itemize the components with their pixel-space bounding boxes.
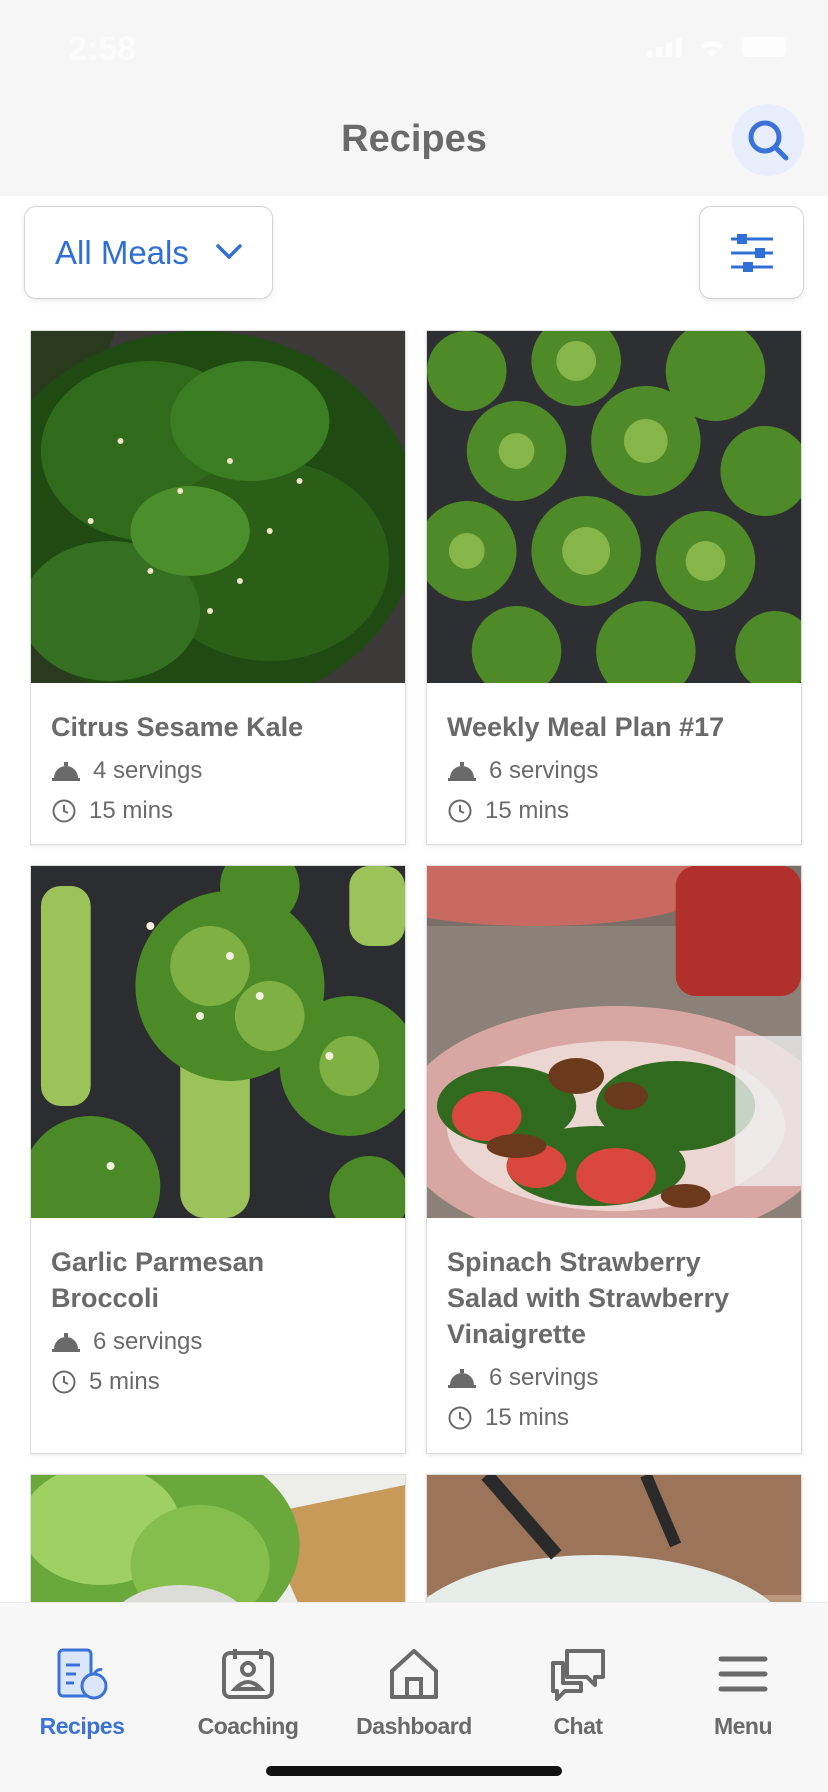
time-text: 5 mins	[89, 1368, 160, 1395]
menu-icon	[718, 1656, 768, 1692]
recipe-photo-lettuce	[31, 1475, 405, 1602]
recipe-time: 5 mins	[51, 1362, 385, 1402]
tab-label: Dashboard	[356, 1713, 472, 1739]
meal-type-value: All Meals	[55, 233, 189, 271]
recipe-card[interactable]: Citrus Sesame Kale 4 servings 15 mins	[30, 330, 406, 845]
battery-icon	[742, 37, 786, 57]
tab-menu[interactable]: Menu	[668, 1647, 818, 1757]
recipe-photo-broccoli-closeup	[31, 866, 405, 1218]
page-title: Recipes	[341, 118, 487, 160]
recipe-photo-salad	[427, 866, 801, 1218]
servings-text: 6 servings	[93, 1328, 203, 1355]
recipe-grid: Citrus Sesame Kale 4 servings 15 mins We…	[30, 330, 804, 1602]
meal-type-dropdown[interactable]: All Meals	[24, 206, 273, 299]
tab-bar: Recipes Coaching Dashboard Chat Menu	[0, 1602, 828, 1792]
recipe-time: 15 mins	[51, 791, 385, 831]
tab-coaching[interactable]: Coaching	[173, 1647, 323, 1757]
clock-icon	[52, 799, 76, 823]
recipe-servings: 6 servings	[447, 751, 781, 791]
sliders-icon	[730, 233, 773, 272]
recipe-servings: 4 servings	[51, 751, 385, 791]
clock-icon	[448, 799, 472, 823]
status-time: 2:58	[68, 30, 137, 68]
recipe-title: Garlic Parmesan Broccoli	[51, 1247, 265, 1313]
search-button[interactable]	[732, 104, 804, 176]
recipe-info: Citrus Sesame Kale 4 servings 15 mins	[31, 683, 405, 844]
recipe-card[interactable]: Spinach Strawberry Salad with Strawberry…	[426, 865, 802, 1454]
tab-recipes[interactable]: Recipes	[7, 1647, 157, 1757]
tab-label: Menu	[713, 1713, 773, 1739]
recipe-card[interactable]	[426, 1474, 802, 1602]
cellular-icon	[646, 37, 682, 57]
home-indicator	[266, 1766, 562, 1776]
chevron-down-icon	[216, 244, 242, 259]
recipe-title: Citrus Sesame Kale	[51, 712, 304, 742]
recipe-title: Spinach Strawberry Salad with Strawberry…	[447, 1247, 730, 1349]
recipe-info: Weekly Meal Plan #17 6 servings 15 mins	[427, 683, 801, 844]
recipe-photo-bowl	[427, 1475, 801, 1602]
recipe-info: Spinach Strawberry Salad with Strawberry…	[427, 1218, 801, 1453]
servings-text: 6 servings	[489, 757, 599, 784]
recipe-time: 15 mins	[447, 1398, 781, 1438]
clock-icon	[52, 1370, 76, 1394]
serving-dish-icon	[448, 762, 476, 781]
recipe-info: Garlic Parmesan Broccoli 6 servings 5 mi…	[31, 1218, 405, 1422]
serving-dish-icon	[448, 1369, 476, 1388]
recipes-icon	[57, 1648, 108, 1700]
servings-text: 6 servings	[489, 1364, 599, 1391]
status-icons	[646, 36, 786, 58]
tab-label: Recipes	[39, 1713, 125, 1739]
filter-settings-button[interactable]	[699, 206, 804, 299]
clock-icon	[448, 1406, 472, 1430]
recipe-card[interactable]: Garlic Parmesan Broccoli 6 servings 5 mi…	[30, 865, 406, 1454]
coaching-icon	[222, 1649, 274, 1699]
time-text: 15 mins	[89, 797, 174, 824]
tab-label: Chat	[553, 1713, 603, 1739]
serving-dish-icon	[52, 762, 80, 781]
tab-chat[interactable]: Chat	[503, 1647, 653, 1757]
home-icon	[390, 1649, 438, 1699]
search-icon	[748, 120, 789, 161]
status-bar: 2:58	[0, 0, 828, 96]
time-text: 15 mins	[485, 797, 570, 824]
tab-label: Coaching	[197, 1713, 299, 1739]
tab-dashboard[interactable]: Dashboard	[339, 1647, 489, 1757]
recipe-time: 15 mins	[447, 791, 781, 831]
recipe-title: Weekly Meal Plan #17	[447, 712, 725, 742]
recipe-servings: 6 servings	[447, 1358, 781, 1398]
recipe-servings: 6 servings	[51, 1322, 385, 1362]
wifi-icon	[700, 41, 724, 58]
servings-text: 4 servings	[93, 757, 203, 784]
recipe-photo-broccoli	[427, 331, 801, 683]
serving-dish-icon	[52, 1333, 80, 1352]
recipe-card[interactable]: Weekly Meal Plan #17 6 servings 15 mins	[426, 330, 802, 845]
chat-icon	[551, 1649, 605, 1701]
recipe-card[interactable]	[30, 1474, 406, 1602]
recipe-photo-kale	[31, 331, 405, 683]
header: Recipes	[0, 96, 828, 196]
time-text: 15 mins	[485, 1404, 570, 1431]
